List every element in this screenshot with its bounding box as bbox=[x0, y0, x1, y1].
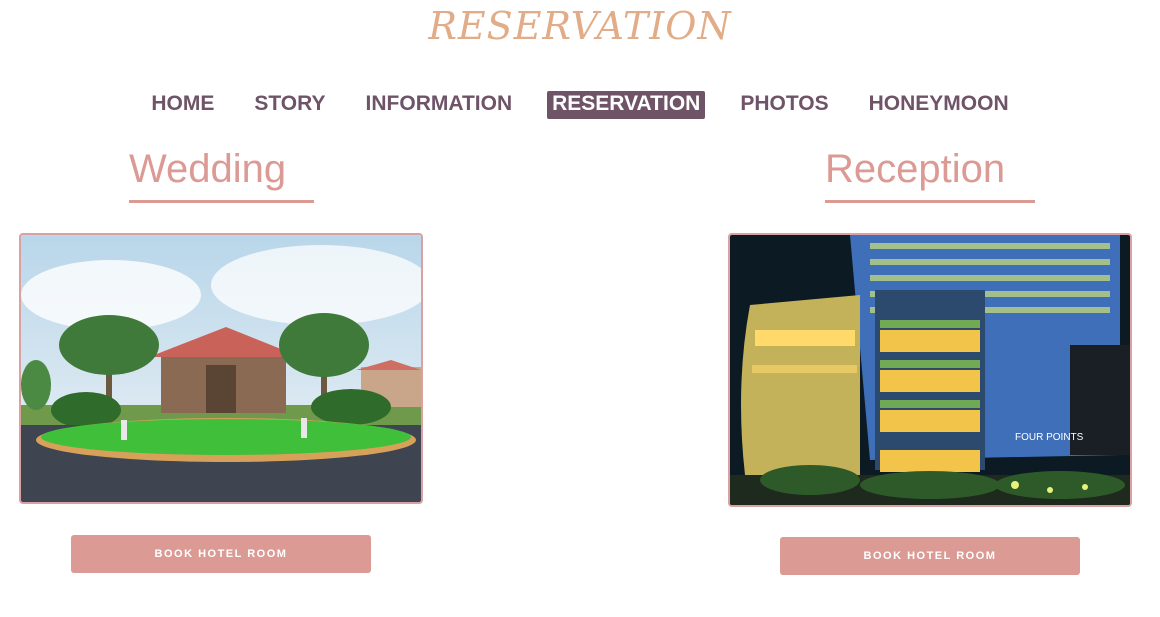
nav-item-information[interactable]: INFORMATION bbox=[361, 91, 518, 119]
nav-item-home[interactable]: HOME bbox=[146, 91, 219, 119]
page-title: RESERVATION bbox=[428, 4, 732, 48]
nav-item-story[interactable]: STORY bbox=[249, 91, 330, 119]
main-nav: HOME STORY INFORMATION RESERVATION PHOTO… bbox=[0, 91, 1160, 119]
nav-item-photos[interactable]: PHOTOS bbox=[735, 91, 833, 119]
reception-hotel-illustration: FOUR POINTS bbox=[730, 235, 1130, 505]
hotel-sign-text: FOUR POINTS bbox=[1015, 432, 1084, 443]
wedding-book-hotel-room-button[interactable]: BOOK HOTEL ROOM bbox=[71, 535, 371, 573]
nav-item-reservation[interactable]: RESERVATION bbox=[547, 91, 706, 119]
wedding-venue-photo bbox=[19, 233, 423, 504]
reception-book-hotel-room-button[interactable]: BOOK HOTEL ROOM bbox=[780, 537, 1080, 575]
reception-hotel-photo: FOUR POINTS bbox=[728, 233, 1132, 507]
wedding-venue-illustration bbox=[21, 235, 421, 502]
nav-item-honeymoon[interactable]: HONEYMOON bbox=[864, 91, 1014, 119]
reception-heading: Reception bbox=[825, 146, 1035, 203]
wedding-heading: Wedding bbox=[129, 146, 314, 203]
